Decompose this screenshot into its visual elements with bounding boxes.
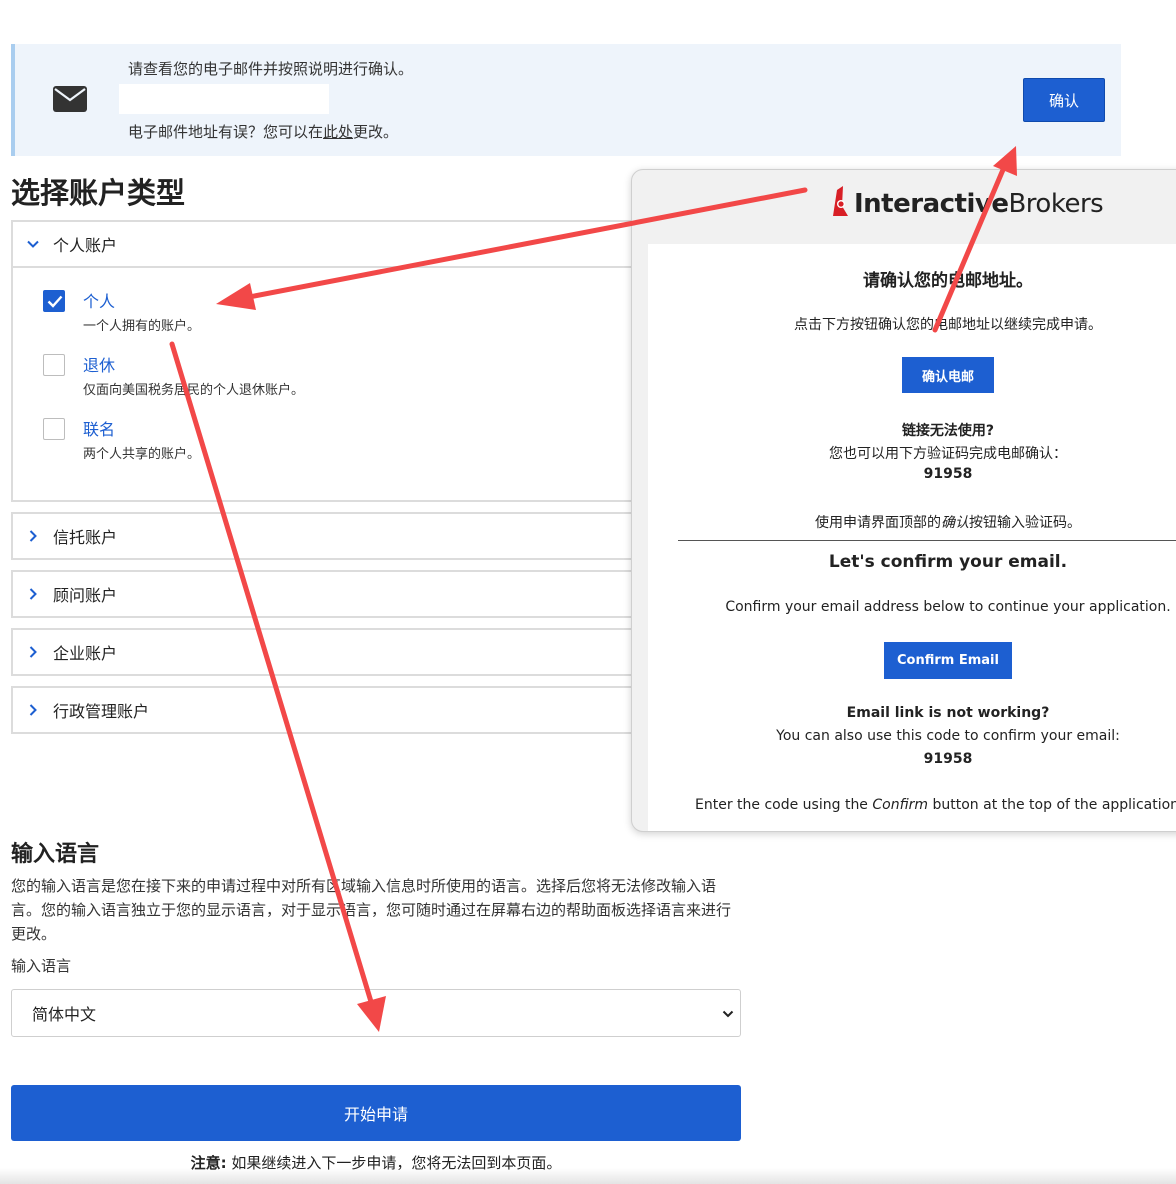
account-group-label: 行政管理账户 (53, 702, 150, 721)
account-group-administrative[interactable]: 行政管理账户 (11, 686, 651, 734)
redacted-email (119, 84, 329, 114)
bottom-fade (0, 1168, 1176, 1184)
en-footer-suffix: button at the top of the application pa (928, 797, 1176, 813)
cn-footer-suffix: 按钮输入验证码。 (969, 515, 1081, 531)
section-title: 选择账户类型 (11, 176, 186, 210)
email-preview-panel: InteractiveBrokers 请确认您的电邮地址。 点击下方按钮确认您的… (631, 169, 1176, 832)
checkbox-unchecked[interactable] (43, 354, 65, 376)
cn-footer-prefix: 使用申请界面顶部的 (815, 515, 941, 531)
account-group-individual: 个人账户 个人 一个人拥有的账户。 退休 仅面向美国税务居民的个人退休账户。 联… (11, 220, 651, 502)
account-group-header[interactable]: 企业账户 (13, 630, 649, 674)
checkbox-checked[interactable] (43, 290, 65, 312)
account-group-label: 个人账户 (53, 236, 118, 255)
account-group-trust[interactable]: 信托账户 (11, 512, 651, 560)
language-description: 您的输入语言是您在接下来的申请过程中对所有区域输入信息时所使用的语言。选择后您将… (11, 877, 732, 943)
language-field-label: 输入语言 (11, 957, 72, 975)
account-group-header[interactable]: 行政管理账户 (13, 688, 649, 732)
account-group-business[interactable]: 企业账户 (11, 628, 651, 676)
change-email-suffix: 更改。 (353, 123, 399, 141)
en-heading: Let's confirm your email. (828, 552, 1068, 572)
cn-footer-emphasis: 确认 (941, 515, 969, 531)
en-instruction: Confirm your email address below to cont… (725, 599, 1171, 615)
change-email-prefix: 电子邮件地址有误？您可以在 (128, 123, 324, 141)
change-email-link[interactable]: 此处 (323, 123, 353, 141)
banner-instruction: 请查看您的电子邮件并按照说明进行确认。 (128, 60, 414, 78)
envelope-icon (53, 86, 87, 112)
checkmark-icon (47, 295, 63, 308)
start-application-button[interactable]: 开始申请 (11, 1085, 741, 1141)
cn-instruction: 点击下方按钮确认您的电邮地址以继续完成申请。 (794, 317, 1102, 333)
chevron-down-icon (722, 1010, 734, 1018)
option-title[interactable]: 联名 (83, 416, 115, 440)
account-group-header[interactable]: 顾问账户 (13, 572, 649, 616)
en-footer-emphasis: Confirm (872, 797, 929, 813)
account-group-header[interactable]: 个人账户 (13, 222, 649, 266)
en-link-title: Email link is not working? (846, 705, 1050, 721)
chevron-right-icon (29, 704, 37, 716)
account-group-label: 企业账户 (53, 644, 118, 663)
chevron-right-icon (29, 530, 37, 542)
cn-code-hint: 您也可以用下方验证码完成电邮确认： (829, 446, 1067, 462)
ib-logo: InteractiveBrokers (828, 184, 1104, 224)
en-footer-prefix: Enter the code using the (695, 797, 873, 813)
cn-confirm-email-button[interactable]: 确认电邮 (902, 357, 994, 393)
email-body: 请确认您的电邮地址。 点击下方按钮确认您的电邮地址以继续完成申请。 确认电邮 链… (648, 244, 1176, 831)
email-divider (678, 540, 1176, 541)
cn-verification-code: 91958 (923, 466, 973, 482)
confirm-button[interactable]: 确认 (1023, 78, 1105, 122)
en-code-hint: You can also use this code to confirm yo… (776, 728, 1120, 744)
chevron-right-icon (29, 588, 37, 600)
account-group-label: 顾问账户 (53, 586, 118, 605)
cn-footer: 使用申请界面顶部的确认按钮输入验证码。 (648, 512, 1176, 532)
language-section-title: 输入语言 (11, 842, 100, 867)
email-confirm-banner: 请查看您的电子邮件并按照说明进行确认。 电子邮件地址有误？您可以在此处更改。 确… (11, 44, 1121, 156)
chevron-right-icon (29, 646, 37, 658)
en-footer: Enter the code using the Confirm button … (648, 797, 1176, 813)
option-description: 一个人拥有的账户。 (83, 319, 201, 334)
banner-change-email: 电子邮件地址有误？您可以在此处更改。 (128, 121, 398, 142)
account-group-advisor[interactable]: 顾问账户 (11, 570, 651, 618)
option-title[interactable]: 退休 (83, 352, 115, 376)
language-selected-value: 简体中文 (32, 1005, 97, 1024)
cn-heading: 请确认您的电邮地址。 (863, 271, 1033, 291)
cn-link-title: 链接无法使用? (901, 423, 995, 439)
logo-bold-text: Interactive (854, 189, 1009, 219)
account-group-label: 信托账户 (53, 528, 118, 547)
account-options: 个人 一个人拥有的账户。 退休 仅面向美国税务居民的个人退休账户。 联名 两个人… (13, 266, 649, 500)
checkbox-unchecked[interactable] (43, 418, 65, 440)
option-description: 两个人共享的账户。 (83, 447, 201, 462)
language-select[interactable]: 简体中文 (11, 989, 741, 1037)
en-confirm-email-button[interactable]: Confirm Email (884, 642, 1012, 679)
account-group-header[interactable]: 信托账户 (13, 514, 649, 558)
option-description: 仅面向美国税务居民的个人退休账户。 (83, 383, 305, 398)
ib-logo-mark-icon (833, 186, 848, 216)
logo-light-text: Brokers (1008, 189, 1104, 219)
chevron-down-icon (27, 240, 39, 248)
en-verification-code: 91958 (923, 751, 973, 767)
option-title[interactable]: 个人 (83, 288, 115, 312)
